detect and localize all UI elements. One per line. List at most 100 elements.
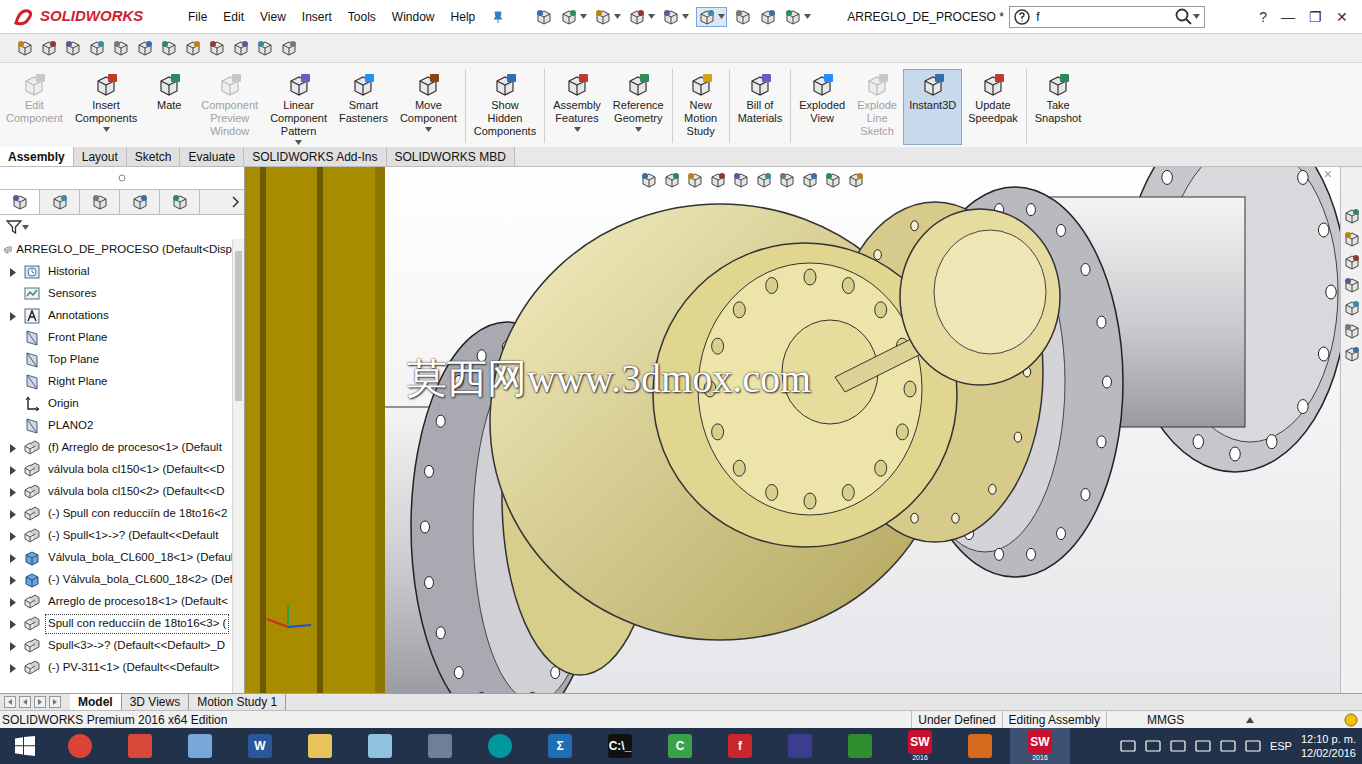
tree-item[interactable]: Arreglo de proceso18<1> (Default< (0, 591, 232, 613)
ribbon-button[interactable]: Instant3D (903, 69, 962, 145)
ribbon-button[interactable]: NewMotionStudy (675, 69, 727, 145)
rebuild-icon[interactable] (1344, 713, 1358, 727)
tab-scroll-arrow-icon[interactable] (34, 696, 46, 708)
command-tab[interactable]: Evaluate (180, 147, 244, 166)
toolbar-icon[interactable] (88, 39, 106, 57)
tray-icon[interactable] (1170, 739, 1186, 753)
expand-arrow-icon[interactable] (10, 312, 16, 321)
taskbar-app[interactable] (410, 728, 470, 764)
taskbar-app[interactable] (470, 728, 530, 764)
tree-scrollbar[interactable] (232, 239, 244, 693)
window-control-button[interactable]: ? (1259, 10, 1267, 24)
menu-item[interactable]: View (252, 8, 294, 26)
dropdown-caret-icon[interactable] (574, 127, 581, 132)
toolbar-icon[interactable] (535, 8, 553, 26)
dropdown-caret-icon[interactable] (614, 14, 621, 19)
tab-scroll-arrow-icon[interactable] (4, 696, 16, 708)
ribbon-button[interactable]: ShowHiddenComponents (468, 69, 542, 145)
toolbar-icon[interactable] (112, 39, 130, 57)
expand-arrow-icon[interactable] (10, 532, 16, 541)
toolbar-icon[interactable] (40, 39, 58, 57)
taskbar-app[interactable] (290, 728, 350, 764)
bottom-tab[interactable]: Motion Study 1 (189, 694, 286, 710)
tab-scroll-arrow-icon[interactable] (49, 696, 61, 708)
taskbar-app[interactable]: Σ (530, 728, 590, 764)
tab-scroll-arrow-icon[interactable] (19, 696, 31, 708)
toolbar-icon[interactable] (131, 193, 149, 211)
taskbar-app[interactable]: SW2016 (1010, 728, 1070, 764)
taskbar-app[interactable] (110, 728, 170, 764)
graphics-close-button[interactable]: × (1324, 167, 1332, 185)
menu-item[interactable]: Window (384, 8, 443, 26)
toolbar-icon[interactable] (594, 8, 612, 26)
panel-tab[interactable] (40, 190, 80, 214)
ribbon-button[interactable]: ExplodedView (793, 69, 851, 145)
toolbar-icon[interactable] (628, 8, 646, 26)
taskbar-app[interactable]: C (650, 728, 710, 764)
toolbar-icon[interactable] (732, 171, 750, 189)
toolbar-icon[interactable] (160, 39, 178, 57)
toolbar-icon[interactable] (1343, 230, 1361, 248)
toolbar-icon[interactable] (560, 8, 578, 26)
quick-access-button[interactable] (662, 8, 689, 26)
tree-item[interactable]: Top Plane (0, 349, 232, 371)
tree-item[interactable]: Right Plane (0, 371, 232, 393)
taskbar-app[interactable] (350, 728, 410, 764)
toolbar-icon[interactable] (16, 39, 34, 57)
toolbar-icon[interactable] (91, 193, 109, 211)
expand-arrow-icon[interactable] (10, 510, 16, 519)
quick-access-button[interactable] (560, 8, 587, 26)
tray-icon[interactable] (1120, 739, 1136, 753)
toolbar-icon[interactable] (778, 171, 796, 189)
toolbar-icon[interactable] (663, 171, 681, 189)
panel-tab[interactable] (120, 190, 160, 214)
tree-item[interactable]: (f) Arreglo de proceso<1> (Default (0, 437, 232, 459)
clock[interactable]: 12:10 p. m.12/02/2016 (1301, 732, 1356, 760)
quick-access-button[interactable] (784, 8, 811, 26)
toolbar-icon[interactable] (1343, 253, 1361, 271)
toolbar-icon[interactable] (11, 193, 29, 211)
toolbar-icon[interactable] (51, 193, 69, 211)
magnifier-icon[interactable] (1175, 8, 1193, 26)
dropdown-caret-icon[interactable] (648, 14, 655, 19)
toolbar-icon[interactable] (256, 39, 274, 57)
window-control-button[interactable]: ❐ (1309, 10, 1322, 24)
menu-item[interactable]: Help (443, 8, 484, 26)
toolbar-icon[interactable] (1343, 299, 1361, 317)
collapse-handle-icon[interactable] (118, 174, 126, 182)
ribbon-button[interactable]: ExplodeLineSketch (851, 69, 903, 145)
tree-item[interactable]: Front Plane (0, 327, 232, 349)
expand-arrow-icon[interactable] (10, 554, 16, 563)
taskbar-app[interactable] (770, 728, 830, 764)
toolbar-icon[interactable] (709, 171, 727, 189)
taskbar-app[interactable]: SW2016 (890, 728, 950, 764)
tree-item[interactable]: PLANO2 (0, 415, 232, 437)
tree-item[interactable]: Spull con reducciín de 18to16<3> ( (0, 613, 232, 635)
start-button[interactable] (0, 736, 50, 756)
expand-arrow-icon[interactable] (10, 664, 16, 673)
toolbar-icon[interactable] (662, 8, 680, 26)
toolbar-icon[interactable] (232, 39, 250, 57)
command-tab[interactable]: Assembly (0, 147, 74, 166)
language-indicator[interactable]: ESP (1270, 738, 1292, 755)
tree-item[interactable]: (-) Spull con reducciín de 18to16<2 (0, 503, 232, 525)
tree-root[interactable]: ARREGLO_DE_PROCESO (Default<Disp (0, 239, 232, 261)
ribbon-button[interactable]: Mate (143, 69, 195, 145)
dropdown-caret-icon[interactable] (295, 140, 302, 145)
command-tab[interactable]: SOLIDWORKS MBD (387, 147, 515, 166)
taskbar-app[interactable] (830, 728, 890, 764)
tree-item[interactable]: Válvula_bola_CL600_18<1> (Defaul (0, 547, 232, 569)
toolbar-icon[interactable] (208, 39, 226, 57)
search-box[interactable]: f (1009, 6, 1205, 28)
ribbon-button[interactable]: LinearComponentPattern (264, 69, 333, 145)
ribbon-button[interactable]: TakeSnapshot (1029, 69, 1087, 145)
toolbar-icon[interactable] (171, 193, 189, 211)
window-control-button[interactable]: — (1281, 10, 1295, 24)
taskbar-app[interactable] (50, 728, 110, 764)
command-tab[interactable]: Layout (74, 147, 127, 166)
quick-access-button[interactable] (759, 8, 777, 26)
ribbon-button[interactable]: ComponentPreviewWindow (195, 69, 264, 145)
dropdown-caret-icon[interactable] (635, 127, 642, 132)
graphics-area[interactable]: ×莫西网www.3dmox.com (245, 167, 1340, 693)
ribbon-button[interactable]: Bill ofMaterials (732, 69, 789, 145)
